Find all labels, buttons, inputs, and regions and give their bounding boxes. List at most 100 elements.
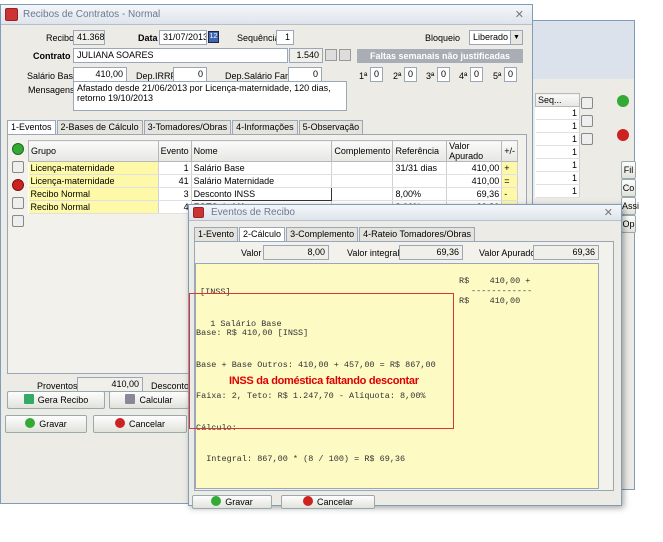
calc-right-value-1: R$ 410,00 +	[459, 276, 531, 286]
settings-icon[interactable]	[12, 215, 24, 227]
check-icon	[211, 496, 222, 506]
valor-integral-field[interactable]: 69,36	[399, 245, 463, 260]
sequencia-field[interactable]: 1	[276, 30, 294, 45]
table-row[interactable]: Recibo Normal 3 Desconto INSS 8,00% 69,3…	[28, 187, 518, 201]
falta-1-label: 1ª	[359, 71, 368, 81]
dialog-cancelar-button[interactable]: Cancelar	[281, 495, 375, 509]
cell-referencia: 8,00%	[392, 187, 448, 201]
col-evento[interactable]: Evento	[157, 140, 192, 162]
recibo-label: Recibo	[46, 33, 75, 43]
tab-informacoes[interactable]: 4-Informações	[232, 120, 298, 134]
mensagens-field[interactable]: Afastado desde 21/06/2013 por Licença-ma…	[73, 81, 347, 111]
contrato-label: Contrato	[33, 51, 71, 61]
bg-toolbar-icon[interactable]	[581, 133, 593, 145]
cell-nome: Desconto INSS	[190, 187, 333, 201]
add-icon[interactable]	[12, 143, 24, 155]
proventos-field[interactable]: 410,00	[77, 377, 143, 392]
dialog-close-icon[interactable]: ✕	[604, 206, 613, 219]
valor-integral-label: Valor integral	[347, 248, 400, 258]
bg-delete-icon[interactable]	[617, 129, 629, 141]
valor-apurado-field[interactable]: 69,36	[533, 245, 599, 260]
col-complemento[interactable]: Complemento	[331, 140, 394, 162]
edit-icon[interactable]	[12, 161, 24, 173]
cell-sinal: =	[501, 174, 518, 188]
cell-sinal: -	[501, 187, 518, 201]
bg-toolbar-icon[interactable]	[581, 115, 593, 127]
app-icon	[5, 8, 18, 21]
bg-fil-button[interactable]: Fil	[621, 161, 636, 179]
cell-referencia	[392, 174, 448, 188]
seq-cell[interactable]: 1	[535, 106, 580, 120]
chevron-down-icon[interactable]: ▼	[510, 30, 523, 45]
close-icon[interactable]: ✕	[515, 8, 524, 21]
dep-irrf-field[interactable]: 0	[173, 67, 207, 82]
col-referencia[interactable]: Referência	[392, 140, 448, 162]
calcular-button[interactable]: Calcular	[109, 391, 189, 409]
dep-salario-label: Dep.Salário Fam.	[225, 71, 296, 81]
seq-cell[interactable]: 1	[535, 119, 580, 133]
tab-eventos[interactable]: 1-Eventos	[7, 120, 56, 135]
copy-icon[interactable]	[12, 197, 24, 209]
cancelar-button[interactable]: Cancelar	[93, 415, 187, 433]
table-row[interactable]: Licença-maternidade 1 Salário Base 31/31…	[28, 161, 518, 175]
delete-icon[interactable]	[12, 179, 24, 191]
tab-observacao[interactable]: 5-Observação	[298, 120, 364, 134]
tab-rateio[interactable]: 4-Rateio Tomadores/Obras	[359, 227, 475, 241]
contrato-code-field[interactable]: 1.540	[289, 48, 323, 63]
col-valor[interactable]: Valor Apurado	[446, 140, 503, 162]
recibo-field[interactable]: 41.368	[73, 30, 105, 45]
dialog-gravar-button[interactable]: Gravar	[192, 495, 272, 509]
eventos-table: Grupo Evento Nome Complemento Referência…	[28, 140, 518, 214]
search-icon[interactable]	[339, 49, 351, 61]
calendar-icon[interactable]: 12	[208, 31, 219, 43]
cell-complemento	[331, 174, 394, 188]
tab-tomadores[interactable]: 3-Tomadores/Obras	[143, 120, 232, 134]
dialog-app-icon	[193, 207, 204, 218]
table-row[interactable]: Licença-maternidade 41 Salário Maternida…	[28, 174, 518, 188]
gera-recibo-button[interactable]: Gera Recibo	[7, 391, 105, 409]
bg-assi-button[interactable]: Assi	[621, 197, 639, 215]
bg-co-button[interactable]: Co	[621, 179, 636, 197]
date-field[interactable]: 31/07/2013	[159, 30, 207, 45]
seq-cell[interactable]: 1	[535, 132, 580, 146]
calc-right-value-2: R$ 410,00	[459, 296, 521, 306]
falta-5-field[interactable]: 0	[504, 67, 517, 82]
lookup-icon[interactable]	[325, 49, 337, 61]
seq-cell[interactable]: 1	[535, 158, 580, 172]
falta-3-field[interactable]: 0	[437, 67, 450, 82]
dialog-titlebar: Eventos de Recibo ✕	[189, 205, 621, 221]
falta-2-field[interactable]: 0	[404, 67, 417, 82]
table-header-row: Grupo Evento Nome Complemento Referência…	[28, 140, 518, 162]
falta-1-field[interactable]: 0	[370, 67, 383, 82]
calc-line-integral: Integral: 867,00 * (8 / 100) = R$ 69,36	[196, 454, 406, 464]
col-sinal[interactable]: +/-	[501, 140, 518, 162]
contrato-field[interactable]: JULIANA SOARES	[73, 48, 288, 63]
tab-bases-calculo[interactable]: 2-Bases de Cálculo	[56, 120, 143, 134]
col-nome[interactable]: Nome	[190, 140, 333, 162]
cancelar-label: Cancelar	[128, 419, 166, 429]
cell-grupo: Recibo Normal	[28, 200, 159, 214]
col-grupo[interactable]: Grupo	[28, 140, 159, 162]
dialog-title: Eventos de Recibo	[211, 207, 295, 218]
data-label: Data	[138, 33, 158, 43]
cell-valor: 410,00	[446, 161, 503, 175]
dep-salario-field[interactable]: 0	[288, 67, 322, 82]
tab-evento[interactable]: 1-Evento	[194, 227, 239, 241]
main-titlebar: Recibos de Contratos - Normal ✕	[1, 5, 532, 25]
tab-complemento[interactable]: 3-Complemento	[286, 227, 359, 241]
falta-4-field[interactable]: 0	[470, 67, 483, 82]
seq-cell[interactable]: 1	[535, 145, 580, 159]
bg-add-icon[interactable]	[617, 95, 629, 107]
calcular-label: Calcular	[139, 395, 173, 405]
bg-op-button[interactable]: Op	[621, 215, 636, 233]
bg-toolbar-icon[interactable]	[581, 97, 593, 109]
gravar-button[interactable]: Gravar	[5, 415, 87, 433]
valor-field[interactable]: 8,00	[263, 245, 329, 260]
valor-apurado-label: Valor Apurado	[479, 248, 536, 258]
bloqueio-select[interactable]: Liberado	[469, 30, 515, 45]
tab-calculo[interactable]: 2-Cálculo	[239, 227, 286, 242]
salario-base-field[interactable]: 410,00	[73, 67, 127, 82]
seq-cell[interactable]: 1	[535, 171, 580, 185]
seq-cell[interactable]: 1	[535, 184, 580, 198]
mensagens-label: Mensagens	[28, 85, 75, 95]
